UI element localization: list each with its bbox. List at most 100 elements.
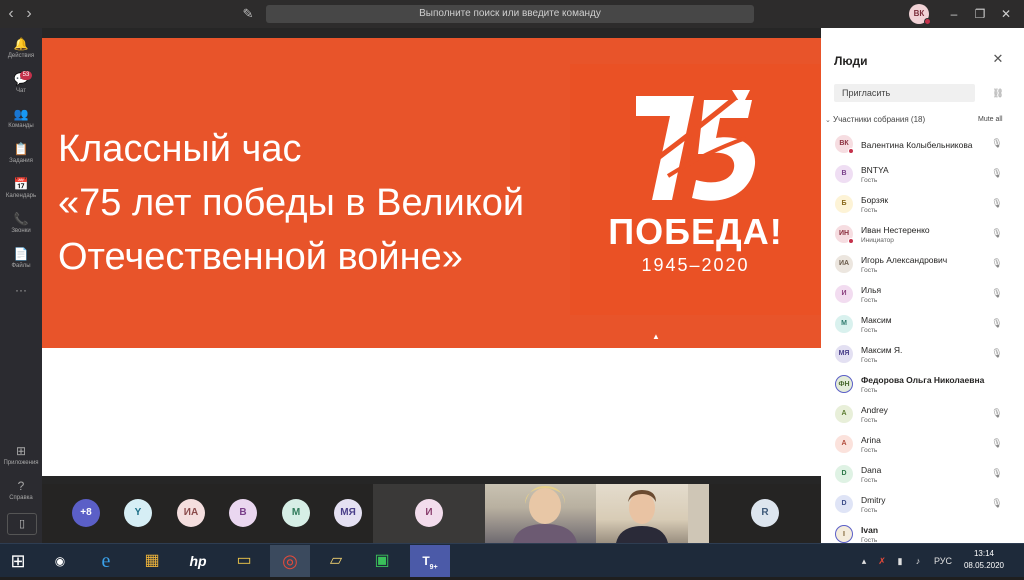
participant-video[interactable]	[596, 484, 709, 543]
participant-name: Dana	[861, 465, 882, 475]
participant-role: Гость	[861, 297, 878, 304]
rail-item-more[interactable]: ···	[0, 282, 42, 316]
language-indicator[interactable]: РУС	[930, 553, 956, 569]
avatar: И	[415, 499, 443, 527]
mic-off-icon[interactable]: 🎙	[991, 257, 1003, 269]
tiles-app-icon[interactable]: ▦	[132, 545, 172, 577]
app-rail: 🔔 Действия 💬 Чат 53 👥 Команды 📋 Задания …	[0, 28, 42, 543]
video-person-woman	[513, 486, 577, 543]
mic-off-icon[interactable]: 🎙	[991, 287, 1003, 299]
mic-off-icon[interactable]: 🎙	[991, 467, 1003, 479]
participant-video[interactable]	[485, 484, 596, 543]
participant-name: Борзяк	[861, 195, 889, 205]
list-item[interactable]: A Andrey Гость 🎙	[821, 402, 1024, 432]
taskbar-eye-app-icon[interactable]: ◉	[40, 545, 80, 577]
list-item[interactable]: Б Борзяк Гость 🎙	[821, 192, 1024, 222]
list-item[interactable]: A Arina Гость 🎙	[821, 432, 1024, 462]
list-item[interactable]: М Максим Гость 🎙	[821, 312, 1024, 342]
restore-icon[interactable]: ❐	[972, 6, 988, 22]
python-app-icon[interactable]: ▱	[316, 545, 356, 577]
mic-off-icon[interactable]: 🎙	[991, 407, 1003, 419]
participant-strip: +8 Y ИА В М МЯ И R	[42, 484, 821, 543]
participant-role: Гость	[861, 507, 878, 514]
chrome-icon[interactable]: ◎	[270, 545, 310, 577]
rail-item-activity[interactable]: 🔔 Действия	[0, 36, 42, 70]
hp-app-icon[interactable]: hp	[178, 545, 218, 577]
close-window-icon[interactable]: ✕	[998, 6, 1014, 22]
back-arrow-icon[interactable]: ‹	[4, 5, 18, 23]
participant-tile[interactable]: R	[737, 484, 793, 543]
participant-tile[interactable]: В	[215, 484, 271, 543]
store-app-icon[interactable]: ▣	[362, 545, 402, 577]
forward-arrow-icon[interactable]: ›	[22, 5, 36, 23]
rail-item-calls[interactable]: 📞 Звонки	[0, 211, 42, 245]
list-item[interactable]: B BNTYA Гость 🎙	[821, 162, 1024, 192]
participant-name: Andrey	[861, 405, 888, 415]
participant-tile[interactable]: ИА	[163, 484, 219, 543]
invite-input[interactable]: Пригласить	[834, 84, 975, 102]
internet-explorer-icon[interactable]: e	[86, 545, 126, 577]
chat-unread-badge: 53	[20, 71, 32, 80]
mic-off-icon[interactable]: 🎙	[991, 227, 1003, 239]
participant-name: Илья	[861, 285, 882, 295]
avatar: A	[835, 435, 853, 453]
rail-item-teams[interactable]: 👥 Команды	[0, 106, 42, 140]
device-icon[interactable]: ▯	[7, 513, 37, 535]
list-item[interactable]: ФН Федорова Ольга Николаевна Гость	[821, 372, 1024, 402]
participant-tile[interactable]: +8	[58, 484, 114, 543]
mic-off-icon[interactable]: 🎙	[991, 437, 1003, 449]
teams-icon: 👥	[13, 107, 29, 121]
list-item[interactable]: D Dana Гость 🎙	[821, 462, 1024, 492]
participant-tile[interactable]: И	[373, 484, 485, 543]
file-explorer-icon[interactable]: ▭	[224, 545, 264, 577]
windows-start-icon[interactable]: ⊞	[8, 551, 28, 571]
people-panel: Люди ✕ Пригласить ⛓ ⌄ Участники собрания …	[821, 28, 1024, 543]
logo-years: 1945–2020	[641, 255, 750, 275]
battery-icon[interactable]: ▮	[894, 553, 906, 569]
participant-name: Валентина Колыбельникова	[861, 140, 973, 150]
mic-off-icon[interactable]: 🎙	[991, 137, 1003, 149]
list-item[interactable]: ИА Игорь Александрович Гость 🎙	[821, 252, 1024, 282]
avatar: ИА	[835, 255, 853, 273]
participant-tile[interactable]: М	[268, 484, 324, 543]
close-icon[interactable]: ✕	[991, 52, 1005, 66]
list-item[interactable]: ВК Валентина Колыбельникова 🎙	[821, 132, 1024, 162]
avatar: ФН	[835, 375, 853, 393]
teams-app-icon[interactable]: T9+	[410, 545, 450, 577]
list-item[interactable]: И Илья Гость 🎙	[821, 282, 1024, 312]
clock[interactable]: 13:14 08.05.2020	[962, 548, 1006, 572]
compose-icon[interactable]: ✎	[240, 6, 256, 22]
shared-slide: Классный час «75 лет победы в Великой От…	[42, 38, 821, 476]
list-item[interactable]: ИН Иван Нестеренко Инициатор 🎙	[821, 222, 1024, 252]
mic-off-icon[interactable]: 🎙	[991, 317, 1003, 329]
list-item[interactable]: I Ivan Гость	[821, 522, 1024, 543]
participant-role: Гость	[861, 417, 878, 424]
rail-item-help[interactable]: ? Справка	[0, 478, 42, 512]
rail-item-files[interactable]: 📄 Файлы	[0, 246, 42, 280]
minimize-icon[interactable]: –	[946, 6, 962, 22]
participant-tile[interactable]: МЯ	[320, 484, 376, 543]
speaker-icon[interactable]: ♪	[912, 553, 924, 569]
list-item[interactable]: D Dmitry Гость 🎙	[821, 492, 1024, 522]
overflow-count[interactable]: +8	[72, 499, 100, 527]
mic-off-icon[interactable]: 🎙	[991, 197, 1003, 209]
mic-off-icon[interactable]: 🎙	[991, 167, 1003, 179]
participant-name: Игорь Александрович	[861, 255, 948, 265]
rail-item-assignments[interactable]: 📋 Задания	[0, 141, 42, 175]
participant-name: BNTYA	[861, 165, 889, 175]
mute-all-button[interactable]: Mute all	[978, 113, 1003, 127]
avatar: D	[835, 495, 853, 513]
tray-arrow-icon[interactable]: ▴	[858, 553, 870, 569]
mic-off-icon[interactable]: 🎙	[991, 347, 1003, 359]
share-invite-icon[interactable]: ⛓	[991, 86, 1005, 100]
participant-role: Гость	[861, 537, 878, 543]
rail-item-calendar[interactable]: 📅 Календарь	[0, 176, 42, 210]
search-input[interactable]: Выполните поиск или введите команду	[266, 5, 754, 23]
participant-tile[interactable]: Y	[110, 484, 166, 543]
rail-item-apps[interactable]: ⊞ Приложения	[0, 443, 42, 477]
windows-taskbar: ⊞ ◉ e ▦ hp ▭ ◎ ▱ ▣ T9+ ▴ ✗ ▮ ♪ РУС 13:14…	[0, 543, 1024, 577]
mic-off-icon[interactable]: 🎙	[991, 497, 1003, 509]
network-off-icon[interactable]: ✗	[876, 553, 888, 569]
list-item[interactable]: МЯ Максим Я. Гость 🎙	[821, 342, 1024, 372]
rail-item-chat[interactable]: 💬 Чат 53	[0, 71, 42, 105]
